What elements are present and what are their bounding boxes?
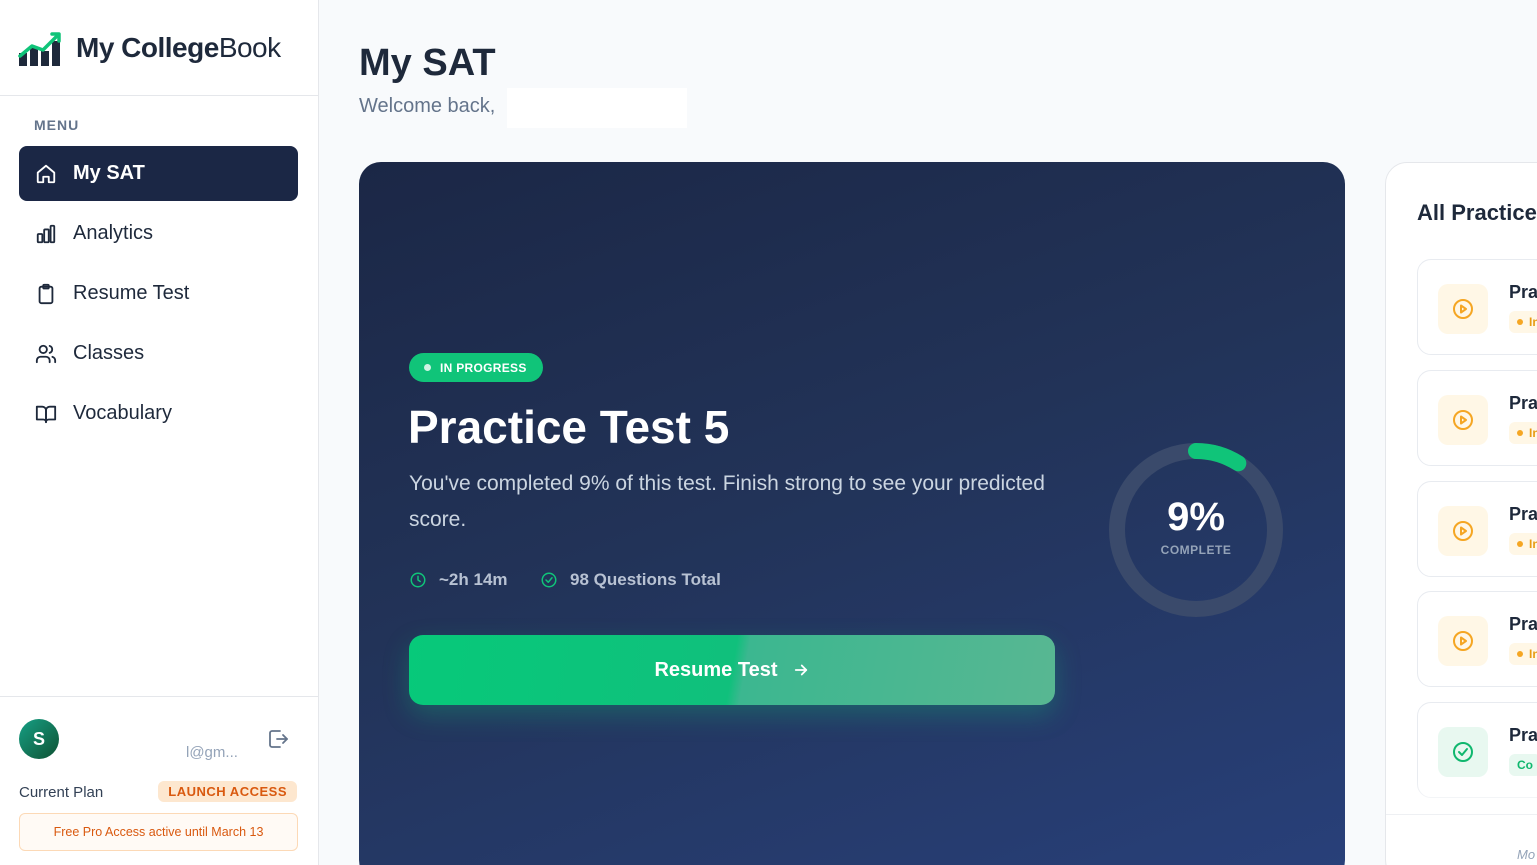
sidebar-item-my-sat[interactable]: My SAT: [19, 146, 298, 201]
card-icon-container: [1438, 395, 1488, 445]
sidebar-item-vocabulary[interactable]: Vocabulary: [19, 386, 298, 441]
in-progress-badge: In: [1509, 422, 1537, 444]
clipboard-icon: [38, 283, 54, 304]
brand-logo-link[interactable]: My CollegeBook: [0, 0, 318, 96]
status-text: IN PROGRESS: [440, 360, 527, 375]
book-open-icon: [35, 405, 57, 423]
plan-badge: LAUNCH ACCESS: [158, 781, 297, 802]
test-title: Practice Test 5: [408, 401, 730, 453]
practice-test-title: Pra: [1509, 725, 1537, 745]
practice-test-title: Pra: [1509, 282, 1537, 302]
play-circle-icon: [1453, 410, 1473, 430]
panel-title: All Practice: [1417, 200, 1537, 225]
completed-badge: Co: [1509, 754, 1537, 776]
sidebar-item-label: My SAT: [73, 162, 145, 184]
more-link[interactable]: Mo: [1517, 847, 1535, 862]
sidebar: My CollegeBook MENU My SAT Analytics Res…: [0, 0, 319, 865]
practice-test-card[interactable]: Pra In: [1417, 481, 1537, 577]
in-progress-badge: In: [1509, 643, 1537, 665]
sidebar-nav: My SAT Analytics Resume Test Classes Voc…: [19, 146, 298, 446]
logo-icon: [18, 31, 61, 66]
badge-text: In: [1529, 315, 1537, 329]
arrow-right-icon: [794, 664, 807, 676]
sidebar-item-label: Analytics: [73, 222, 154, 244]
play-circle-icon: [1453, 631, 1473, 651]
practice-test-title: Pra: [1509, 614, 1537, 634]
status-dot: [1517, 541, 1523, 547]
resume-test-label: Resume Test: [654, 658, 778, 681]
in-progress-badge: In: [1509, 533, 1537, 555]
badge-text: In: [1529, 537, 1537, 551]
clock-icon: [410, 572, 426, 588]
card-icon-container: [1438, 616, 1488, 666]
practice-test-title: Pra: [1509, 504, 1537, 524]
users-icon: [35, 344, 57, 363]
practice-test-card[interactable]: Pra In: [1417, 591, 1537, 687]
test-description: You've completed 9% of this test. Finish…: [409, 472, 1045, 531]
check-circle-icon: [541, 572, 557, 588]
welcome-text: Welcome back,: [359, 95, 496, 117]
user-name-redacted: [66, 715, 236, 739]
sidebar-item-resume-test[interactable]: Resume Test: [19, 266, 298, 321]
brand-name-light: Book: [218, 31, 281, 63]
status-badge: IN PROGRESS: [409, 353, 543, 382]
page-title: My SAT: [359, 42, 496, 84]
logout-icon[interactable]: [266, 727, 290, 751]
home-icon: [36, 164, 56, 183]
scroll-fade: [1386, 778, 1537, 818]
sidebar-item-label: Classes: [73, 342, 145, 364]
badge-text: In: [1529, 647, 1537, 661]
status-dot: [1517, 430, 1523, 436]
sidebar-item-label: Resume Test: [73, 282, 190, 304]
sidebar-item-label: Vocabulary: [73, 402, 172, 424]
status-dot: [1517, 319, 1523, 325]
status-dot: [1517, 651, 1523, 657]
questions-text: 98 Questions Total: [570, 570, 721, 589]
avatar[interactable]: S: [19, 719, 59, 759]
progress-percent: 9%: [1167, 495, 1225, 539]
practice-test-card[interactable]: Pra In: [1417, 370, 1537, 466]
divider: [1386, 814, 1537, 815]
bar-chart-icon: [36, 224, 56, 243]
play-circle-icon: [1453, 521, 1473, 541]
current-test-card: IN PROGRESS Practice Test 5 You've compl…: [359, 162, 1345, 865]
current-plan-label: Current Plan: [19, 784, 104, 801]
all-practice-panel: All Practice Pra In Pra In Pra In Pra In…: [1385, 162, 1537, 865]
status-dot: [424, 364, 431, 371]
resume-test-button[interactable]: Resume Test: [409, 635, 1055, 705]
card-icon-container: [1438, 284, 1488, 334]
practice-test-title: Pra: [1509, 393, 1537, 413]
time-text: ~2h 14m: [439, 570, 508, 589]
brand-name-bold: My College: [76, 31, 219, 63]
badge-text: In: [1529, 426, 1537, 440]
user-email: l@gm...: [186, 744, 238, 761]
user-panel: S l@gm... Current Plan LAUNCH ACCESS Fre…: [0, 696, 318, 865]
sidebar-item-classes[interactable]: Classes: [19, 326, 298, 381]
question-count: 98 Questions Total: [540, 570, 721, 590]
plan-note: Free Pro Access active until March 13: [19, 813, 298, 851]
badge-text: Co: [1517, 758, 1533, 772]
sidebar-item-analytics[interactable]: Analytics: [19, 206, 298, 261]
practice-test-card[interactable]: Pra In: [1417, 259, 1537, 355]
check-circle-icon: [1453, 742, 1473, 762]
brand-name: My CollegeBook: [76, 32, 281, 64]
welcome-name-redacted: [507, 88, 687, 128]
in-progress-badge: In: [1509, 311, 1537, 333]
menu-heading: MENU: [34, 117, 80, 133]
time-estimate: ~2h 14m: [409, 570, 508, 590]
progress-label: COMPLETE: [1160, 543, 1232, 557]
card-icon-container: [1438, 727, 1488, 777]
card-icon-container: [1438, 506, 1488, 556]
play-circle-icon: [1453, 299, 1473, 319]
